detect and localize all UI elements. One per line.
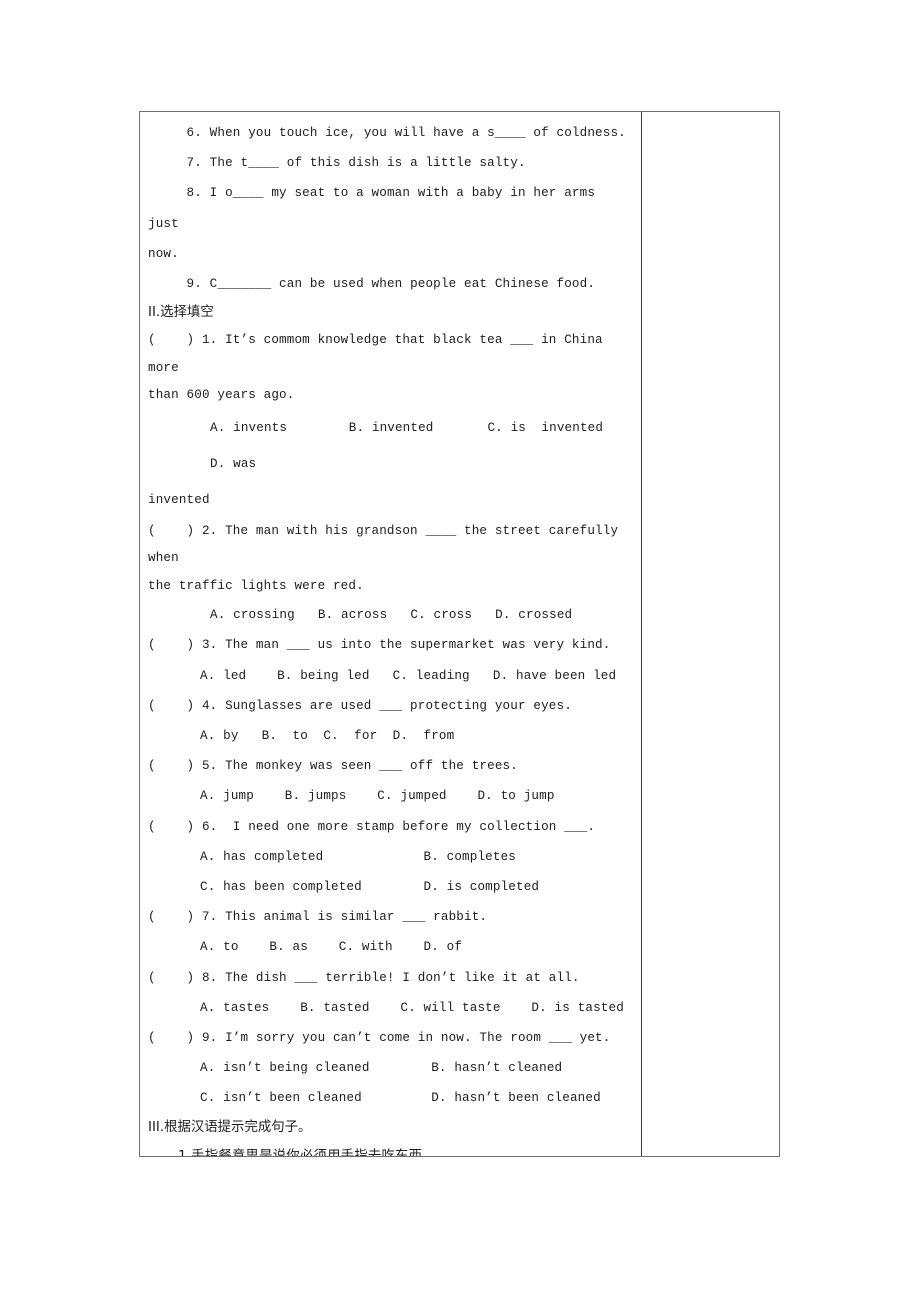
question-9-options-cont[interactable]: C. isn’t been cleaned D. hasn’t been cle… xyxy=(148,1083,633,1113)
fill-blank-line-9: 9. C_______ can be used when people eat … xyxy=(148,277,596,292)
section-fill-in-blank: 6. When you touch ice, you will have a s… xyxy=(148,118,633,299)
question-4-stem: ( ) 4. Sunglasses are used ___ protectin… xyxy=(148,698,572,713)
question-7-stem: ( ) 7. This animal is similar ___ rabbit… xyxy=(148,910,488,925)
question-7-options[interactable]: A. to B. as C. with D. of xyxy=(148,932,633,962)
section-2-heading: II.选择填空 xyxy=(148,305,214,321)
section-translation: III.根据汉语提示完成句子。 1.手指餐意思是说你必须用手指去吃东西。 Fin… xyxy=(148,1114,633,1156)
question-4-options[interactable]: A. by B. to C. for D. from xyxy=(148,721,633,751)
question-6: ( ) 6. I need one more stamp before my c… xyxy=(148,812,633,903)
question-4: ( ) 4. Sunglasses are used ___ protectin… xyxy=(148,691,633,751)
question-2: ( ) 2. The man with his grandson ____ th… xyxy=(148,518,633,631)
question-3-options[interactable]: A. led B. being led C. leading D. have b… xyxy=(148,661,633,691)
translation-item-1-prompt: 1.手指餐意思是说你必须用手指去吃东西。 xyxy=(148,1142,633,1156)
question-2-options[interactable]: A. crossing B. across C. cross D. crosse… xyxy=(148,600,633,630)
worksheet-table: 6. When you touch ice, you will have a s… xyxy=(139,111,780,1157)
question-6-options[interactable]: A. has completed B. completes xyxy=(148,842,633,872)
worksheet-main-cell: 6. When you touch ice, you will have a s… xyxy=(140,112,642,1156)
question-8-stem: ( ) 8. The dish ___ terrible! I don’t li… xyxy=(148,970,580,985)
question-6-stem: ( ) 6. I need one more stamp before my c… xyxy=(148,819,596,834)
question-9-stem: ( ) 9. I’m sorry you can’t come in now. … xyxy=(148,1031,611,1046)
question-1-options[interactable]: A. invents B. invented C. is invented D.… xyxy=(148,410,633,482)
translation-item-1: 1.手指餐意思是说你必须用手指去吃东西。 Finger food means y… xyxy=(148,1142,633,1156)
question-3: ( ) 3. The man ___ us into the supermark… xyxy=(148,630,633,690)
question-1-stem: ( ) 1. It’s commom knowledge that black … xyxy=(148,333,611,375)
fill-blank-line-6: 6. When you touch ice, you will have a s… xyxy=(148,126,626,140)
fill-blank-line-7: 7. The t____ of this dish is a little sa… xyxy=(148,156,526,171)
section-multiple-choice: II.选择填空 ( ) 1. It’s commom knowledge tha… xyxy=(148,299,633,1113)
question-5-options[interactable]: A. jump B. jumps C. jumped D. to jump xyxy=(148,781,633,811)
question-1: ( ) 1. It’s commom knowledge that black … xyxy=(148,327,633,518)
fill-blank-line-8-cont: now. xyxy=(148,246,179,261)
question-1-options-cont[interactable]: invented xyxy=(148,482,633,518)
question-2-stem-cont: the traffic lights were red. xyxy=(148,578,364,593)
question-3-stem: ( ) 3. The man ___ us into the supermark… xyxy=(148,638,611,653)
question-5-stem: ( ) 5. The monkey was seen ___ off the t… xyxy=(148,759,518,774)
question-7: ( ) 7. This animal is similar ___ rabbit… xyxy=(148,902,633,962)
question-2-stem: ( ) 2. The man with his grandson ____ th… xyxy=(148,523,626,566)
question-9: ( ) 9. I’m sorry you can’t come in now. … xyxy=(148,1023,633,1114)
question-5: ( ) 5. The monkey was seen ___ off the t… xyxy=(148,751,633,811)
question-1-stem-cont: than 600 years ago. xyxy=(148,388,295,403)
question-8: ( ) 8. The dish ___ terrible! I don’t li… xyxy=(148,963,633,1023)
question-9-options[interactable]: A. isn’t being cleaned B. hasn’t cleaned xyxy=(148,1053,633,1083)
question-8-options[interactable]: A. tastes B. tasted C. will taste D. is … xyxy=(148,993,633,1023)
worksheet-notes-cell[interactable] xyxy=(642,112,779,1156)
fill-blank-line-8: 8. I o____ my seat to a woman with a bab… xyxy=(148,186,603,231)
question-6-options-cont[interactable]: C. has been completed D. is completed xyxy=(148,872,633,902)
section-3-heading: III.根据汉语提示完成句子。 xyxy=(148,1119,312,1135)
